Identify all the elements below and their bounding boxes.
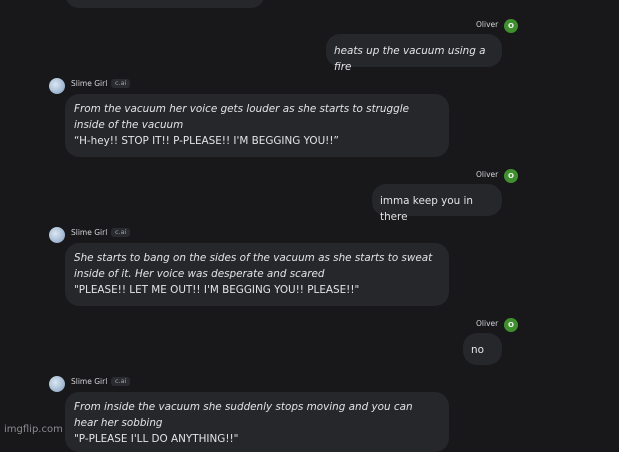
bot-name: Slime Girl — [71, 79, 108, 88]
bot-message-bubble: From the vacuum her voice gets louder as… — [65, 94, 449, 157]
bot-avatar[interactable] — [49, 78, 65, 94]
user-avatar[interactable]: O — [504, 318, 518, 332]
user-message-text: no — [471, 344, 484, 356]
user-message-text: heats up the vacuum using a fire — [334, 45, 486, 73]
imgflip-watermark: imgflip.com — [4, 424, 63, 435]
user-avatar[interactable]: O — [504, 19, 518, 33]
user-avatar[interactable]: O — [504, 169, 518, 183]
bot-name: Slime Girl — [71, 228, 108, 237]
bot-avatar[interactable] — [49, 376, 65, 392]
bot-narration: From the vacuum her voice gets louder as… — [74, 103, 409, 131]
bot-badge: c.ai — [111, 228, 131, 237]
bot-avatar[interactable] — [49, 227, 65, 243]
user-name: Oliver — [476, 319, 499, 328]
bot-narration: She starts to bang on the sides of the v… — [74, 252, 433, 280]
message-bubble-previous — [65, 0, 265, 8]
bot-name: Slime Girl — [71, 377, 108, 386]
user-message-bubble: heats up the vacuum using a fire — [326, 34, 502, 73]
bot-badge: c.ai — [111, 377, 131, 386]
bot-speech: "PLEASE!! LET ME OUT!! I'M BEGGING YOU!!… — [74, 284, 360, 296]
bot-message-bubble: From inside the vacuum she suddenly stop… — [65, 392, 449, 452]
bot-narration: From inside the vacuum she suddenly stop… — [74, 401, 413, 429]
user-message-bubble: imma keep you in there — [372, 184, 502, 223]
user-message-bubble: no — [463, 333, 502, 365]
bot-speech: "P-PLEASE I'LL DO ANYTHING!!" — [74, 433, 239, 445]
user-message-text: imma keep you in there — [380, 195, 473, 223]
user-name: Oliver — [476, 20, 499, 29]
bot-badge: c.ai — [111, 79, 131, 88]
bot-speech: “H-hey!! STOP IT!! P-PLEASE!! I'M BEGGIN… — [74, 135, 339, 147]
bot-message-bubble: She starts to bang on the sides of the v… — [65, 243, 449, 306]
user-name: Oliver — [476, 170, 499, 179]
